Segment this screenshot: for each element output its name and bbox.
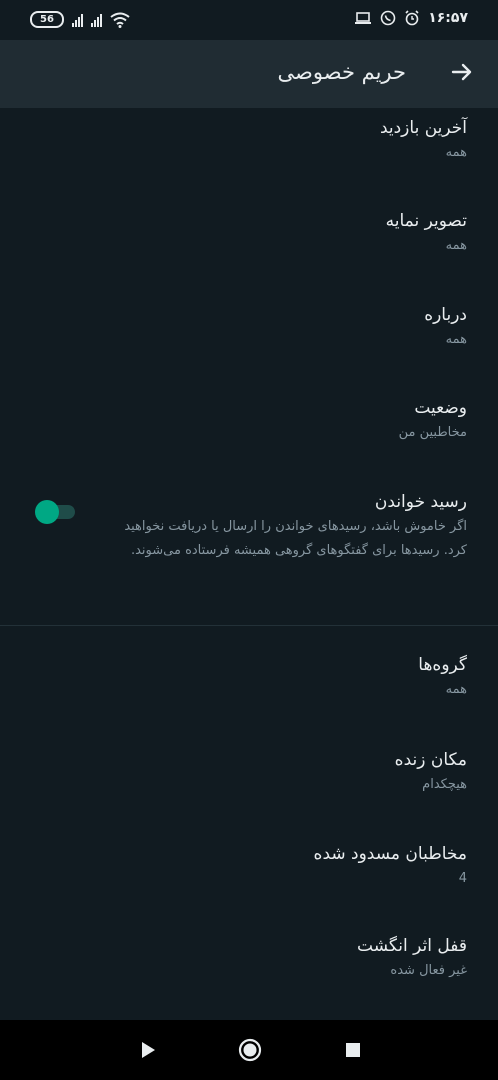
recents-square-icon[interactable]	[343, 1040, 363, 1060]
setting-title: گروه‌ها	[418, 655, 467, 675]
signal-icon	[72, 13, 83, 27]
setting-value: مخاطبین من	[398, 425, 467, 440]
setting-value: همه	[445, 332, 467, 347]
setting-last-seen[interactable]: آخرین بازدید همه	[0, 116, 498, 163]
status-left: 56	[30, 11, 130, 28]
setting-title: آخرین بازدید	[379, 118, 467, 138]
section-divider	[0, 625, 498, 626]
system-nav-bar	[0, 1020, 498, 1080]
setting-profile-photo[interactable]: تصویر نمایه همه	[0, 209, 498, 256]
setting-title: وضعیت	[414, 398, 467, 418]
setting-value: همه	[445, 145, 467, 160]
setting-status[interactable]: وضعیت مخاطبین من	[0, 396, 498, 443]
app-header: حریم خصوصی	[0, 40, 498, 108]
wifi-icon	[110, 12, 130, 28]
setting-about[interactable]: درباره همه	[0, 303, 498, 350]
setting-title: تصویر نمایه	[385, 211, 467, 231]
read-receipts-toggle[interactable]	[35, 500, 75, 524]
laptop-icon	[355, 12, 372, 24]
home-circle-icon[interactable]	[238, 1038, 262, 1062]
clock: ۱۶:۵۷	[428, 10, 468, 26]
battery-icon: 56	[30, 11, 64, 28]
setting-value: همه	[445, 238, 467, 253]
setting-description: اگر خاموش باشد، رسیدهای خواندن را ارسال …	[124, 519, 467, 558]
setting-value: همه	[445, 682, 467, 697]
toggle-thumb	[35, 500, 59, 524]
setting-title: مکان زنده	[394, 750, 467, 770]
setting-value: غیر فعال شده	[390, 963, 467, 978]
setting-value: 4	[458, 871, 467, 886]
whatsapp-icon	[380, 10, 396, 26]
status-right: ۱۶:۵۷	[354, 10, 468, 26]
setting-title: قفل اثر انگشت	[357, 936, 467, 956]
setting-title: مخاطبان مسدود شده	[313, 844, 467, 864]
alarm-icon	[405, 10, 419, 26]
setting-fingerprint-lock[interactable]: قفل اثر انگشت غیر فعال شده	[0, 934, 498, 981]
setting-groups[interactable]: گروه‌ها همه	[0, 653, 498, 700]
back-triangle-icon[interactable]	[138, 1040, 158, 1060]
signal-icon-2	[91, 13, 102, 27]
arrow-right-icon[interactable]	[450, 60, 474, 84]
setting-live-location[interactable]: مکان زنده هیچکدام	[0, 748, 498, 795]
setting-value: هیچکدام	[422, 777, 467, 792]
setting-blocked-contacts[interactable]: مخاطبان مسدود شده 4	[0, 842, 498, 889]
page-title: حریم خصوصی	[277, 60, 406, 84]
setting-title: درباره	[424, 305, 467, 325]
status-bar: 56 ۱۶:۵۷	[0, 0, 498, 40]
